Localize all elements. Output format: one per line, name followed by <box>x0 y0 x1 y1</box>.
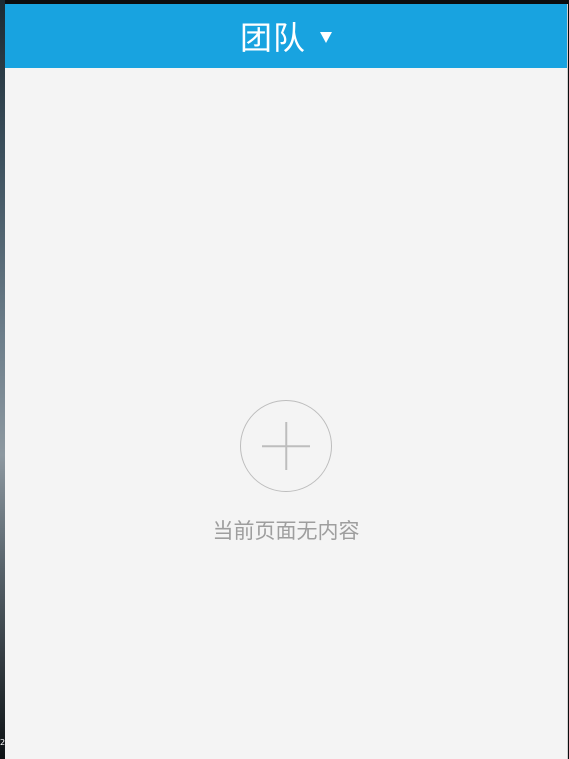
page-title: 团队 <box>239 19 306 57</box>
caret-down-icon[interactable] <box>320 31 332 43</box>
header-bar: 团队 <box>5 4 567 68</box>
add-button[interactable] <box>240 400 332 492</box>
team-switcher[interactable]: 团队 <box>240 13 332 59</box>
plus-icon <box>262 422 310 470</box>
app-window: 团队 当前页面无内容 <box>5 4 568 759</box>
empty-state-message: 当前页面无内容 <box>212 519 360 543</box>
empty-state: 当前页面无内容 <box>5 400 567 545</box>
